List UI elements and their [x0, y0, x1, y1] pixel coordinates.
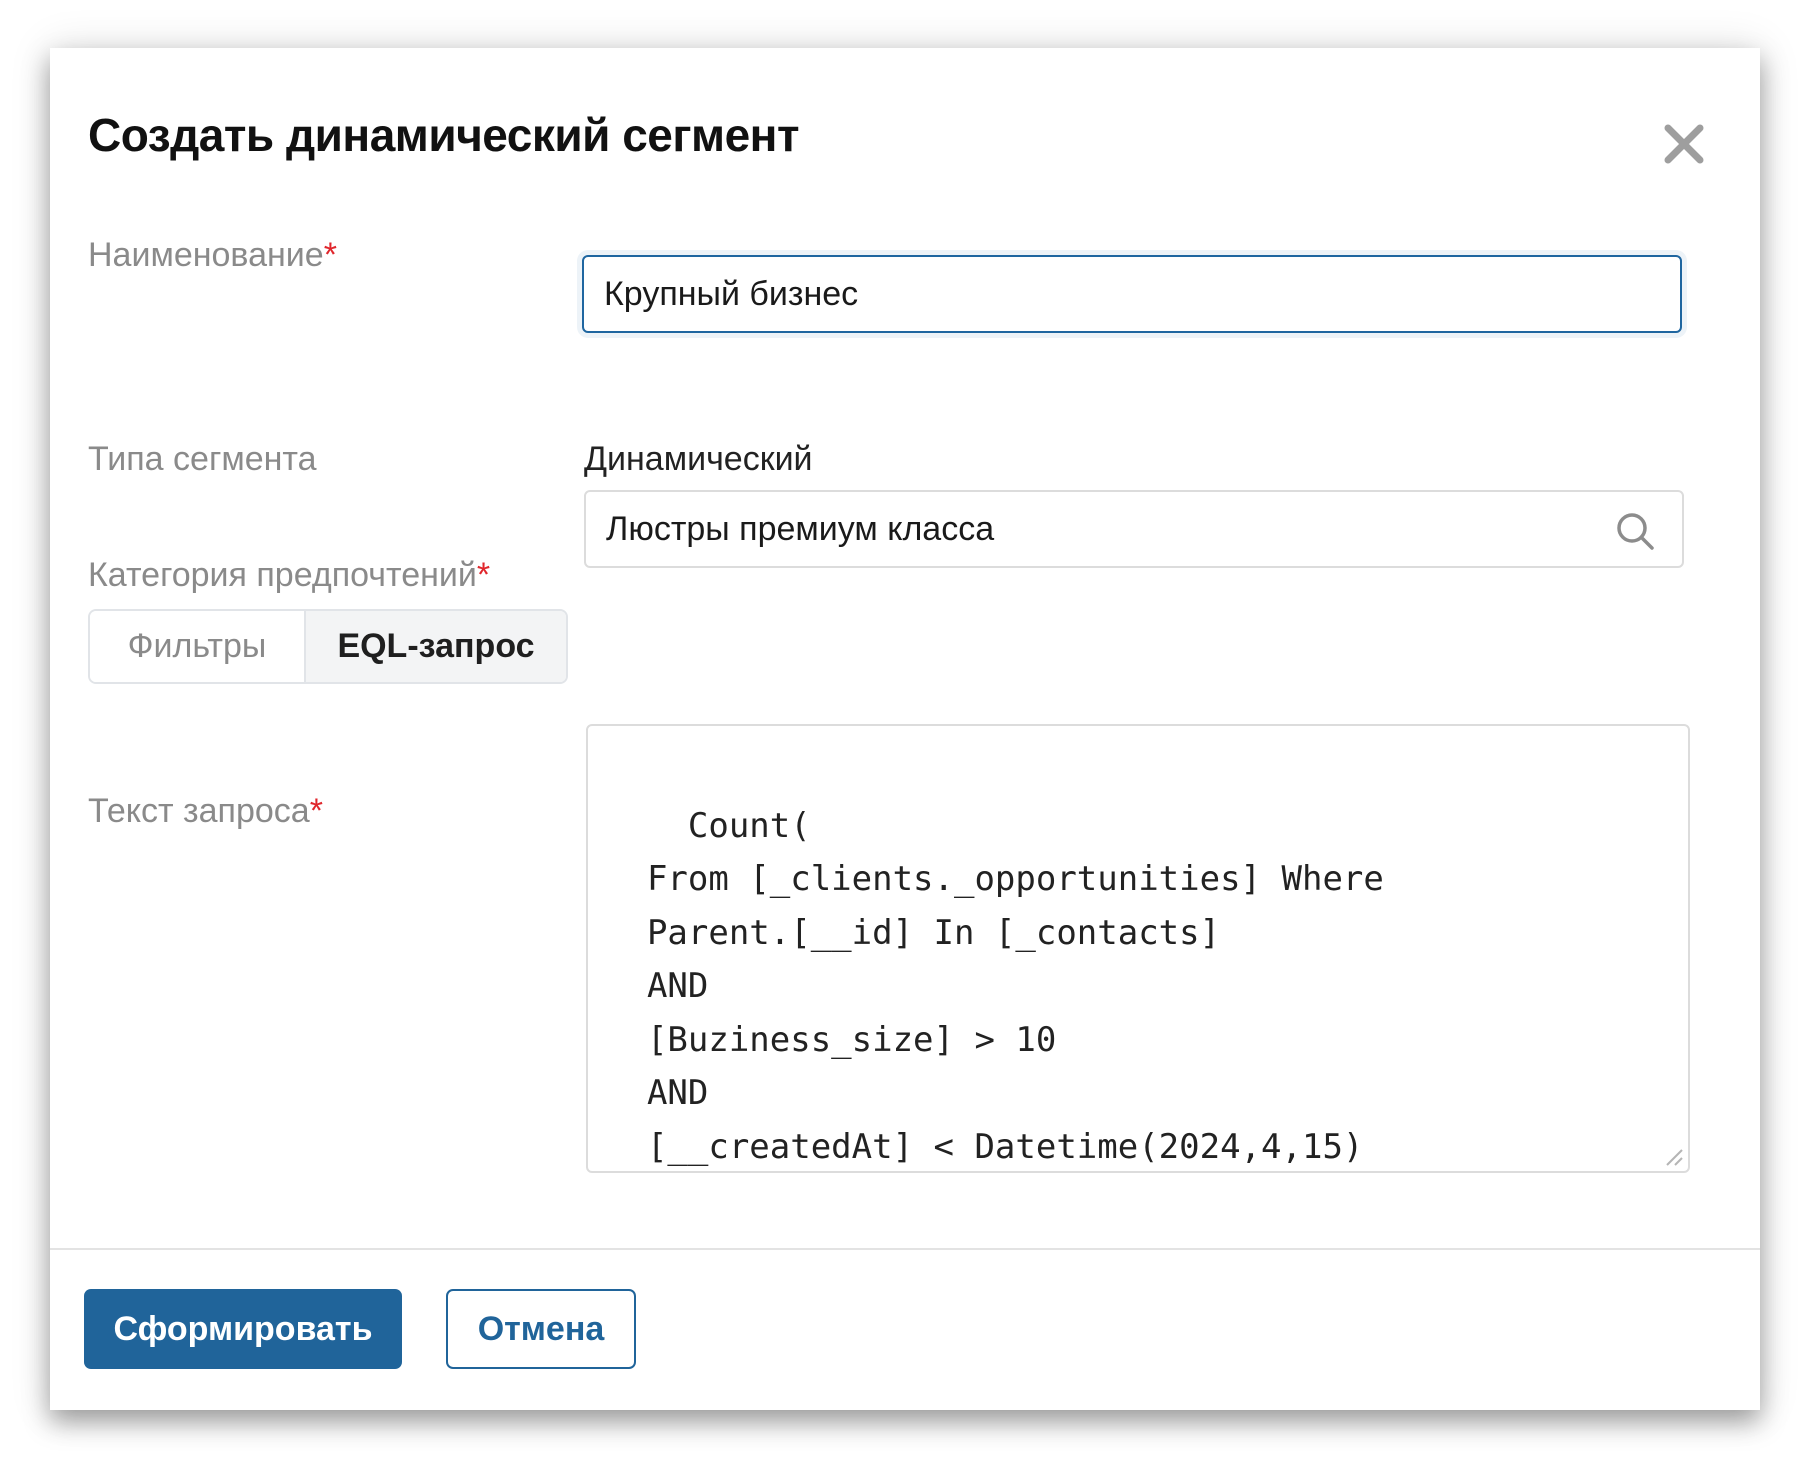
close-icon [1664, 124, 1704, 164]
query-label-text: Текст запроса [88, 792, 310, 830]
category-label-text: Категория предпочтений [88, 556, 477, 594]
required-mark: * [323, 236, 337, 274]
name-label-text: Наименование [88, 236, 324, 274]
name-label: Наименование* [88, 236, 337, 275]
tab-eql-query[interactable]: EQL-запрос [306, 611, 566, 682]
dialog-title: Создать динамический сегмент [88, 109, 799, 161]
cancel-button[interactable]: Отмена [446, 1289, 636, 1369]
name-input-value: Крупный бизнес [604, 274, 859, 313]
segment-type-label: Типа сегмента [88, 440, 317, 478]
query-label: Текст запроса* [88, 792, 323, 831]
category-input-value: Люстры премиум класса [606, 509, 995, 548]
tab-filters[interactable]: Фильтры [90, 611, 306, 682]
submit-button[interactable]: Сформировать [84, 1289, 402, 1369]
category-search-input[interactable]: Люстры премиум класса [584, 490, 1684, 568]
resize-handle-icon[interactable] [1664, 1147, 1684, 1167]
category-label: Категория предпочтений* [88, 556, 490, 595]
query-text: Count( From [_clients._opportunities] Wh… [646, 805, 1384, 1167]
name-input[interactable]: Крупный бизнес [582, 255, 1682, 333]
search-icon[interactable] [1614, 510, 1656, 552]
required-mark: * [476, 556, 491, 594]
mode-tabs: Фильтры EQL-запрос [88, 609, 568, 684]
segment-type-value: Динамический [584, 440, 813, 478]
required-mark: * [309, 792, 323, 830]
create-segment-dialog: Создать динамический сегмент Наименовани… [50, 48, 1760, 1410]
close-button[interactable] [1662, 122, 1706, 166]
footer-divider [50, 1248, 1760, 1250]
query-textarea[interactable]: Count( From [_clients._opportunities] Wh… [586, 724, 1690, 1173]
